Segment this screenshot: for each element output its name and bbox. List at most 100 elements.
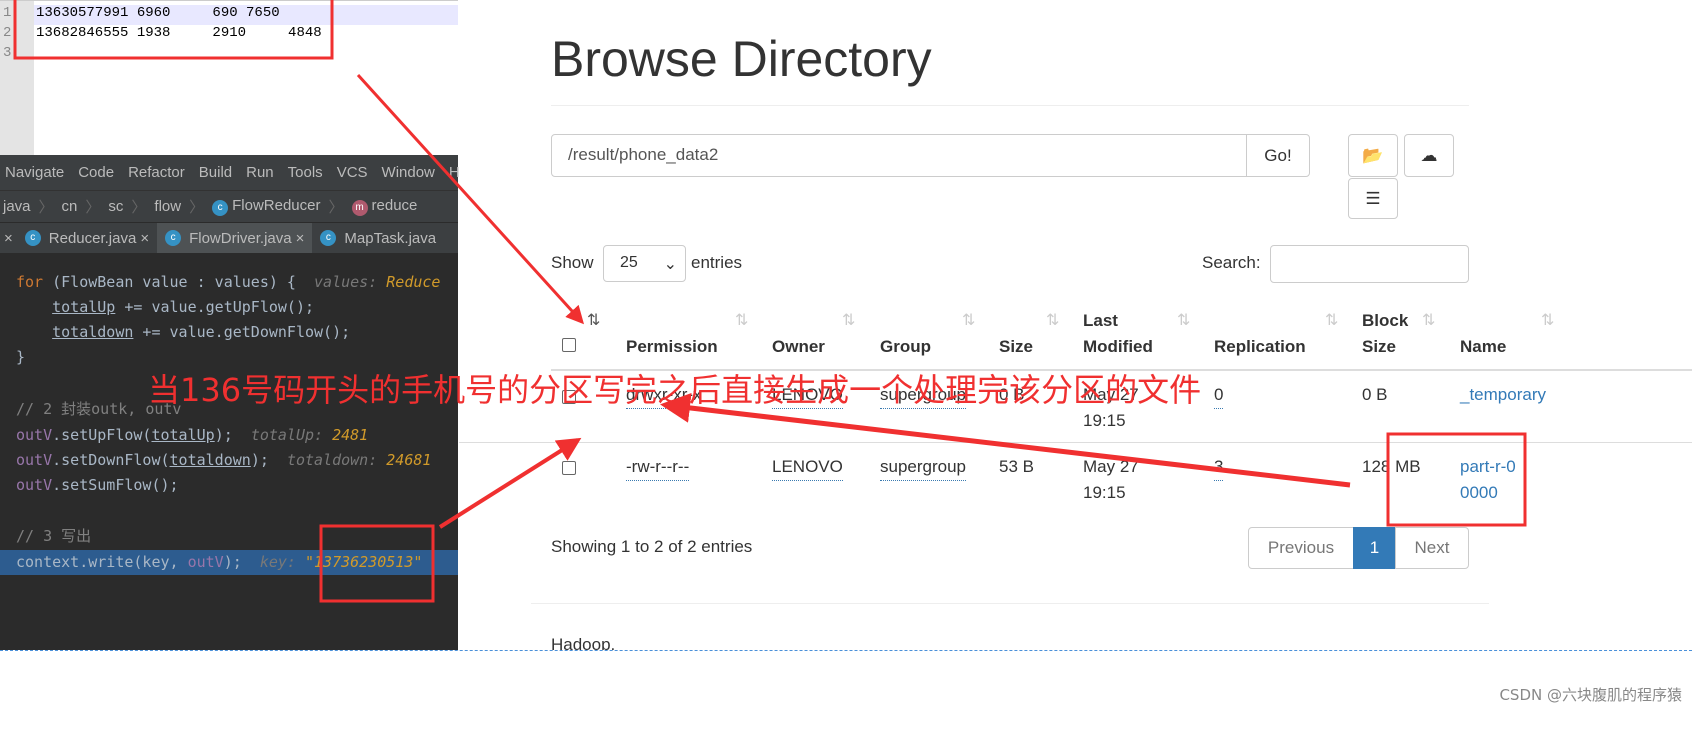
menu-code[interactable]: Code	[78, 164, 114, 181]
col-owner[interactable]: Owner	[772, 334, 825, 360]
close-icon[interactable]: ×	[296, 230, 305, 247]
code-line: outV.setDownFlow(totaldown); totaldown: …	[16, 451, 432, 469]
list-button[interactable]: ☰	[1348, 178, 1398, 219]
code-comment: // 3 写出	[16, 527, 92, 545]
menu-refactor[interactable]: Refactor	[128, 164, 185, 181]
tab-reducer[interactable]: c Reducer.java ×	[17, 223, 157, 253]
modified-time: 19:15	[1083, 483, 1126, 502]
col-size[interactable]: Size	[999, 334, 1033, 360]
breadcrumb: java 〉 cn 〉 sc 〉 flow 〉 c FlowReducer 〉 m reduc…	[0, 191, 458, 223]
select-all-checkbox[interactable]	[562, 338, 576, 352]
tab-flowdriver[interactable]: c FlowDriver.java ×	[157, 223, 313, 253]
code-line: totaldown += value.getDownFlow();	[52, 323, 351, 341]
crumb[interactable]: cn	[62, 198, 78, 215]
file-link[interactable]: _temporary	[1460, 382, 1546, 408]
sort-icon[interactable]: ⇅	[1177, 310, 1190, 330]
entries-select[interactable]: 25 ⌄	[603, 245, 686, 282]
code-line: outV.setUpFlow(totalUp); totalUp: 2481	[16, 426, 369, 444]
folder-open-icon: 📂	[1362, 145, 1384, 165]
divider	[531, 603, 1489, 604]
entries-label: entries	[691, 253, 743, 272]
crumb[interactable]: flow	[154, 198, 181, 215]
editor-tabs: × c Reducer.java × c FlowDriver.java × c MapT…	[0, 223, 458, 253]
owner: LENOVO	[772, 454, 843, 481]
sort-icon[interactable]: ⇅	[1046, 310, 1059, 330]
next-button[interactable]: Next	[1395, 527, 1469, 569]
menu-run[interactable]: Run	[246, 164, 274, 181]
search-input[interactable]	[1270, 245, 1469, 283]
col-block-size[interactable]: Block Size	[1362, 308, 1422, 360]
menu-window[interactable]: Window	[382, 164, 435, 181]
notepad-editor[interactable]: 1 2 3 13630577991 6960 690 7650 13682846…	[0, 0, 458, 156]
menu-navigate[interactable]: Navigate	[5, 164, 64, 181]
list-icon: ☰	[1365, 188, 1381, 208]
upload-button[interactable]: ☁	[1404, 134, 1454, 177]
class-icon: c	[24, 230, 41, 246]
previous-button[interactable]: Previous	[1248, 527, 1354, 569]
size: 53 B	[999, 457, 1034, 476]
col-replication[interactable]: Replication	[1214, 334, 1306, 360]
modified-date: May 27	[1083, 457, 1139, 476]
sort-asc-icon[interactable]: ⇅	[587, 310, 600, 330]
folder-open-button[interactable]: 📂	[1348, 134, 1398, 177]
code-line: context.write(key, outV); key: "13736230…	[16, 553, 423, 571]
block-size: 0 B	[1362, 385, 1388, 404]
page-bottom: CSDN @六块腹肌的程序猿	[0, 650, 1692, 735]
menu-vcs[interactable]: VCS	[337, 164, 368, 181]
col-group[interactable]: Group	[880, 334, 931, 360]
go-button[interactable]: Go!	[1246, 134, 1310, 177]
entries-value: 25	[620, 254, 638, 271]
modified-time: 19:15	[1083, 411, 1126, 430]
annotation-text: 当136号码开头的手机号的分区写完之后直接生成一个处理完该分区的文件	[148, 371, 1202, 409]
method-icon: m	[351, 200, 368, 216]
crumb-label: reduce	[371, 197, 418, 214]
hdfs-browser: Browse Directory /result/phone_data2 Go!…	[459, 0, 1692, 654]
crumb-method[interactable]: m reduce	[351, 197, 418, 216]
line-number: 3	[3, 45, 12, 61]
crumb-label: FlowReducer	[232, 197, 321, 214]
replication: 3	[1214, 454, 1224, 481]
crumb[interactable]: java	[3, 198, 31, 215]
line-number: 2	[3, 25, 12, 41]
sort-icon[interactable]: ⇅	[1422, 310, 1435, 330]
line-number: 1	[3, 5, 12, 21]
menu-build[interactable]: Build	[199, 164, 232, 181]
code-line: outV.setSumFlow();	[16, 476, 179, 494]
sort-icon[interactable]: ⇅	[1325, 310, 1338, 330]
col-permission[interactable]: Permission	[626, 334, 718, 360]
class-icon: c	[320, 230, 337, 246]
tab-close-prev[interactable]: ×	[0, 223, 17, 253]
class-icon: c	[212, 200, 229, 216]
crumb-class[interactable]: c FlowReducer	[212, 197, 321, 216]
menu-tools[interactable]: Tools	[288, 164, 323, 181]
permission[interactable]: -rw-r--r--	[626, 454, 690, 481]
text-line: 13630577991 6960 690 7650	[34, 5, 458, 25]
path-input[interactable]: /result/phone_data2	[551, 134, 1247, 177]
show-label: Show	[551, 253, 594, 272]
menu-bar: Navigate Code Refactor Build Run Tools V…	[0, 155, 460, 191]
replication: 0	[1214, 382, 1224, 409]
close-icon[interactable]: ×	[140, 230, 149, 247]
tab-label: FlowDriver.java	[189, 229, 292, 247]
sort-icon[interactable]: ⇅	[842, 310, 855, 330]
code-line: for (FlowBean value : values) { values: …	[16, 273, 441, 291]
crumb[interactable]: sc	[108, 198, 123, 215]
sort-icon[interactable]: ⇅	[962, 310, 975, 330]
tab-label: MapTask.java	[344, 229, 437, 247]
code-line: totalUp += value.getUpFlow();	[52, 298, 315, 316]
sort-icon[interactable]: ⇅	[735, 310, 748, 330]
col-last-modified[interactable]: Last Modified	[1083, 308, 1173, 360]
class-icon: c	[165, 230, 182, 246]
watermark: CSDN @六块腹肌的程序猿	[1499, 686, 1682, 704]
col-name[interactable]: Name	[1460, 334, 1506, 360]
file-link[interactable]: part-r-00000	[1460, 454, 1520, 506]
row-checkbox[interactable]	[562, 461, 576, 475]
group: supergroup	[880, 454, 967, 481]
chevron-down-icon: ⌄	[663, 256, 677, 273]
search-label: Search:	[1202, 253, 1261, 272]
block-size: 128 MB	[1362, 457, 1421, 476]
text-line: 13682846555 1938 2910 4848	[36, 25, 322, 41]
sort-icon[interactable]: ⇅	[1541, 310, 1554, 330]
tab-maptask[interactable]: c MapTask.java	[312, 223, 444, 253]
page-1-button[interactable]: 1	[1353, 527, 1396, 569]
